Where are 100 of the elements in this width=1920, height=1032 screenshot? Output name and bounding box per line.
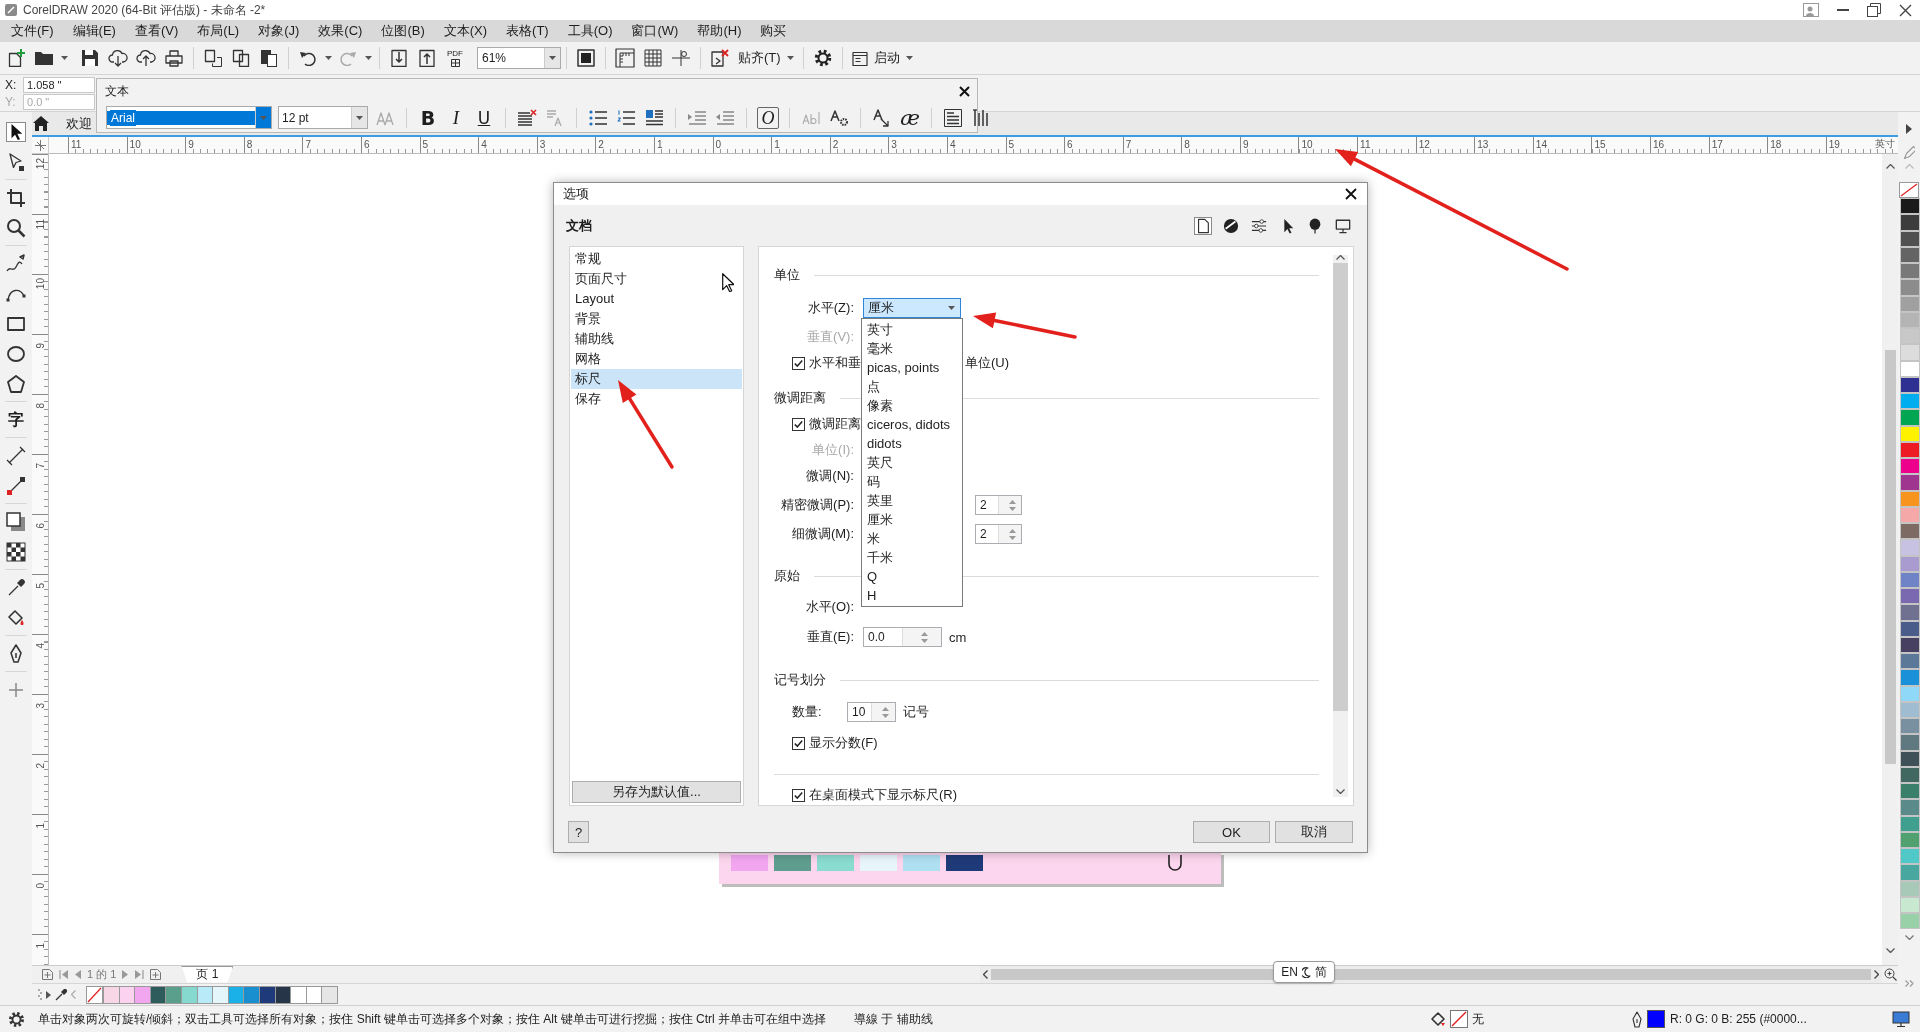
no-color-icon[interactable] — [1899, 182, 1919, 198]
horizontal-scrollbar[interactable] — [980, 965, 1882, 984]
settings-icon[interactable] — [8, 1010, 25, 1028]
add-page-icon[interactable] — [42, 968, 53, 980]
dropdown-option[interactable]: didots — [862, 434, 962, 453]
scrollbar-thumb[interactable] — [1333, 263, 1348, 711]
dropdown-option[interactable]: 英里 — [862, 491, 962, 510]
category-item[interactable]: 辅助线 — [571, 329, 742, 349]
monitor-icon[interactable] — [1892, 1011, 1910, 1027]
color-swatch[interactable] — [165, 985, 182, 1004]
launch-button[interactable]: 启动 — [847, 45, 917, 71]
font-size-field[interactable]: 12 pt — [278, 106, 368, 129]
checkerboard-icon[interactable] — [6, 542, 26, 562]
vertical-ruler[interactable]: 12 11 10 9 8 7 6 5 4 3 2 1 0 1 — [32, 154, 49, 965]
add-page-icon[interactable] — [150, 968, 162, 980]
eyedropper-icon[interactable] — [6, 578, 26, 598]
caret-icon[interactable] — [324, 56, 332, 60]
snap-to-button[interactable]: 贴齐(T) — [734, 45, 798, 71]
freehand-icon[interactable] — [6, 254, 26, 274]
menu-item[interactable]: 查看(V) — [134, 22, 179, 40]
dropdown-option[interactable]: Q — [862, 567, 962, 586]
dropdown-option[interactable]: 英寸 — [862, 320, 962, 339]
caret-icon[interactable] — [948, 306, 955, 310]
checkbox[interactable] — [792, 736, 805, 750]
scroll-down-icon[interactable] — [1336, 789, 1345, 794]
paint-bucket-icon[interactable] — [1430, 1011, 1446, 1027]
character-settings-icon[interactable] — [830, 109, 848, 126]
no-color-icon[interactable] — [86, 985, 103, 1004]
dropdown-option[interactable]: 码 — [862, 472, 962, 491]
close-icon[interactable] — [959, 85, 970, 97]
shape-tool-icon[interactable] — [6, 152, 26, 172]
menu-item[interactable]: 工具(O) — [567, 22, 613, 40]
vertical-text-icon[interactable] — [973, 108, 989, 127]
caret-icon[interactable] — [356, 115, 363, 120]
ellipse-icon[interactable] — [6, 344, 26, 364]
category-item[interactable]: 标尺 — [571, 369, 742, 389]
cloud-upload-icon[interactable] — [136, 49, 156, 67]
numbered-list-icon[interactable] — [617, 109, 635, 126]
micro-nudge-field[interactable]: 2 — [975, 524, 1022, 544]
dropdown-option[interactable]: 厘米 — [862, 510, 962, 529]
dropdown-option[interactable]: 英尺 — [862, 453, 962, 472]
connector-icon[interactable] — [6, 476, 26, 496]
dropdown-option[interactable]: ciceros, didots — [862, 415, 962, 434]
snap-off-icon[interactable] — [711, 49, 729, 67]
pdf-export-button[interactable]: PDF — [441, 45, 469, 71]
category-item[interactable]: 保存 — [571, 389, 742, 409]
menu-item[interactable]: 布局(L) — [197, 22, 240, 40]
spin-arrows-icon[interactable] — [1008, 499, 1016, 511]
guidelines-icon[interactable] — [671, 49, 691, 67]
dropdown-option[interactable]: 点 — [862, 377, 962, 396]
italic-button[interactable]: I — [445, 106, 467, 129]
expand-arrow-icon[interactable] — [46, 990, 51, 999]
horizontal-ruler[interactable]: 11 10 9 8 7 6 5 4 3 2 1 0 1 2 3 4 5 6 7 8 9 10 11 12 13 14 15 16 17 18 19 英寸 — [49, 137, 1898, 154]
close-icon[interactable] — [1899, 3, 1912, 17]
color-swatch[interactable] — [1900, 214, 1920, 231]
drop-cap-icon[interactable] — [645, 109, 663, 126]
zoom-icon[interactable] — [1883, 968, 1897, 981]
text-field-icon[interactable] — [802, 110, 820, 125]
home-icon[interactable] — [33, 116, 49, 131]
rectangle-icon[interactable] — [6, 314, 26, 334]
category-item[interactable]: 页面尺寸 — [571, 269, 742, 289]
pencil-icon[interactable] — [1903, 146, 1915, 160]
color-swatch[interactable] — [1900, 523, 1920, 540]
color-swatch[interactable] — [290, 985, 307, 1004]
category-item[interactable]: 常规 — [571, 249, 742, 269]
spin-arrows-icon[interactable] — [882, 706, 889, 718]
checkbox[interactable] — [792, 788, 805, 802]
dropdown-option[interactable]: 毫米 — [862, 339, 962, 358]
close-icon[interactable] — [1345, 188, 1357, 200]
color-swatch[interactable] — [1900, 783, 1920, 800]
menu-item[interactable]: 效果(C) — [318, 22, 363, 40]
drop-shadow-icon[interactable] — [6, 512, 26, 532]
ok-button[interactable]: OK — [1193, 821, 1270, 843]
menu-item[interactable]: 文本(X) — [443, 22, 488, 40]
grid-small-icon[interactable] — [450, 58, 460, 67]
copy-icon[interactable] — [232, 49, 250, 67]
dropdown-option[interactable]: H — [862, 586, 962, 605]
paint-bucket-icon[interactable] — [6, 608, 26, 628]
color-swatch[interactable] — [1900, 653, 1920, 670]
scroll-left-icon[interactable] — [983, 970, 988, 979]
color-swatch[interactable] — [1900, 279, 1920, 296]
caret-icon[interactable] — [364, 56, 372, 60]
ruler-icon[interactable] — [615, 48, 635, 68]
vertical-origin-field[interactable]: 0.0 — [863, 627, 942, 647]
color-swatch[interactable] — [103, 985, 120, 1004]
color-swatch[interactable] — [321, 985, 338, 1004]
page-frame-icon[interactable] — [204, 49, 222, 67]
color-swatch[interactable] — [1900, 539, 1920, 556]
export-icon[interactable] — [419, 49, 435, 67]
grid-icon[interactable] — [644, 49, 662, 67]
unit-dropdown[interactable]: 厘米 — [863, 298, 961, 318]
dropdown-option[interactable]: 千米 — [862, 548, 962, 567]
menu-item[interactable]: 购买 — [760, 22, 787, 40]
account-icon[interactable] — [1803, 3, 1819, 17]
import-icon[interactable] — [391, 49, 407, 67]
color-swatch[interactable] — [1900, 718, 1920, 735]
category-item[interactable]: 背景 — [571, 309, 742, 329]
category-item[interactable]: 网格 — [571, 349, 742, 369]
scroll-right-icon[interactable] — [1874, 970, 1879, 979]
printer-icon[interactable] — [165, 49, 183, 67]
